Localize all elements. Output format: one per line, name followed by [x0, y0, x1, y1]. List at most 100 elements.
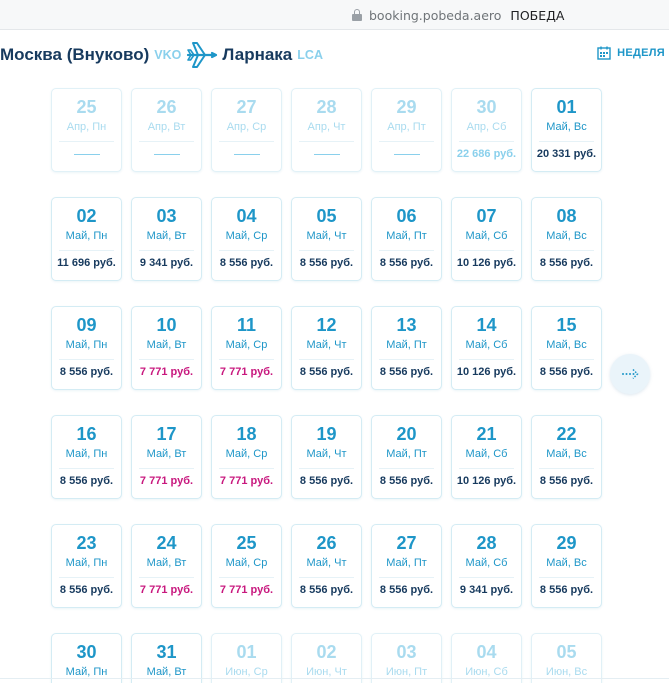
date-cell[interactable]: 05 Май, Чт 8 556 руб.	[291, 197, 362, 281]
date-cell[interactable]: 27 Май, Пт 8 556 руб.	[371, 524, 442, 608]
date-price: 8 556 руб.	[59, 366, 114, 378]
date-month-weekday: Июн, Чт	[306, 666, 347, 678]
date-month-weekday: Июн, Ср	[225, 666, 268, 678]
date-month-weekday: Май, Сб	[465, 557, 508, 569]
date-cell[interactable]: 11 Май, Ср 7 771 руб.	[211, 306, 282, 390]
date-cell[interactable]: 18 Май, Ср 7 771 руб.	[211, 415, 282, 499]
date-month-weekday: Июн, Вс	[545, 666, 588, 678]
cell-divider	[59, 359, 114, 360]
date-day-number: 04	[236, 206, 257, 226]
week-view-label: НЕДЕЛЯ	[617, 47, 665, 59]
cell-divider	[379, 468, 434, 469]
origin-city: Москва (Внуково)	[0, 45, 150, 64]
date-cell: 29 Апр, Пт	[371, 88, 442, 172]
date-cell[interactable]: 29 Май, Вс 8 556 руб.	[531, 524, 602, 608]
date-month-weekday: Апр, Ср	[226, 121, 267, 133]
url-area[interactable]: booking.pobeda.aero ПОБЕДА	[352, 6, 564, 24]
date-day-number: 07	[476, 206, 497, 226]
date-cell[interactable]: 26 Май, Чт 8 556 руб.	[291, 524, 362, 608]
lock-icon	[352, 9, 362, 21]
date-price: 7 771 руб.	[139, 366, 194, 378]
cell-divider	[539, 468, 594, 469]
date-day-number: 23	[76, 533, 97, 553]
date-cell[interactable]: 09 Май, Пн 8 556 руб.	[51, 306, 122, 390]
next-period-button[interactable]	[610, 354, 650, 394]
date-cell[interactable]: 31Май, Вт8 556 руб.	[131, 633, 202, 683]
date-cell[interactable]: 16 Май, Пн 8 556 руб.	[51, 415, 122, 499]
date-month-weekday: Май, Пт	[386, 557, 427, 569]
date-month-weekday: Май, Чт	[306, 339, 347, 351]
date-day-number: 08	[556, 206, 577, 226]
date-cell[interactable]: 23 Май, Пн 8 556 руб.	[51, 524, 122, 608]
date-cell[interactable]: 22 Май, Вс 8 556 руб.	[531, 415, 602, 499]
week-view-button[interactable]: НЕДЕЛЯ	[597, 46, 665, 60]
date-cell[interactable]: 24 Май, Вт 7 771 руб.	[131, 524, 202, 608]
date-cell[interactable]: 03 Май, Вт 9 341 руб.	[131, 197, 202, 281]
date-month-weekday: Апр, Вт	[147, 121, 186, 133]
date-month-weekday: Май, Пн	[65, 448, 108, 460]
date-price: 20 331 руб.	[536, 148, 597, 160]
arrow-right-icon	[622, 368, 639, 380]
date-month-weekday: Май, Ср	[225, 448, 268, 460]
date-price: 8 556 руб.	[299, 257, 354, 269]
date-cell[interactable]: 12 Май, Чт 8 556 руб.	[291, 306, 362, 390]
cell-divider	[139, 577, 194, 578]
date-cell[interactable]: 02 Май, Пн 11 696 руб.	[51, 197, 122, 281]
no-price-dash	[314, 154, 340, 155]
cell-divider	[139, 250, 194, 251]
date-day-number: 24	[156, 533, 177, 553]
date-cell[interactable]: 07 Май, Сб 10 126 руб.	[451, 197, 522, 281]
date-cell[interactable]: 30Май, Пн8 556 руб.	[51, 633, 122, 683]
cell-divider	[139, 468, 194, 469]
date-price: 8 556 руб.	[299, 584, 354, 596]
date-cell: 30 Апр, Сб 22 686 руб.	[451, 88, 522, 172]
date-day-number: 06	[396, 206, 417, 226]
date-cell: 03Июн, Пт8 556 руб.	[371, 633, 442, 683]
date-month-weekday: Май, Пт	[386, 230, 427, 242]
calendar-icon	[597, 46, 611, 60]
date-cell[interactable]: 28 Май, Сб 9 341 руб.	[451, 524, 522, 608]
date-day-number: 05	[316, 206, 337, 226]
date-day-number: 27	[396, 533, 417, 553]
cell-divider	[299, 359, 354, 360]
date-price: 7 771 руб.	[219, 584, 274, 596]
date-cell[interactable]: 19 Май, Чт 8 556 руб.	[291, 415, 362, 499]
date-cell[interactable]: 21 Май, Сб 10 126 руб.	[451, 415, 522, 499]
no-price-dash	[74, 154, 100, 155]
date-cell[interactable]: 04 Май, Ср 8 556 руб.	[211, 197, 282, 281]
date-cell[interactable]: 17 Май, Вт 7 771 руб.	[131, 415, 202, 499]
date-grid: 25 Апр, Пн 26 Апр, Вт 27 Апр, Ср 28 Апр, Чт 29 Ап…	[51, 88, 603, 683]
cell-divider	[139, 141, 194, 142]
date-day-number: 15	[556, 315, 577, 335]
date-cell[interactable]: 08 Май, Вс 8 556 руб.	[531, 197, 602, 281]
date-cell[interactable]: 14 Май, Сб 10 126 руб.	[451, 306, 522, 390]
date-month-weekday: Май, Вс	[546, 448, 587, 460]
date-cell[interactable]: 10 Май, Вт 7 771 руб.	[131, 306, 202, 390]
date-cell[interactable]: 15 Май, Вс 8 556 руб.	[531, 306, 602, 390]
date-price: 8 556 руб.	[59, 475, 114, 487]
date-cell[interactable]: 01 Май, Вс 20 331 руб.	[531, 88, 602, 172]
cell-divider	[59, 468, 114, 469]
date-month-weekday: Май, Пн	[65, 666, 108, 678]
cell-divider	[379, 359, 434, 360]
date-cell[interactable]: 20 Май, Пт 8 556 руб.	[371, 415, 442, 499]
date-cell[interactable]: 06 Май, Пт 8 556 руб.	[371, 197, 442, 281]
cell-divider	[219, 250, 274, 251]
date-month-weekday: Май, Вс	[546, 230, 587, 242]
cell-divider	[139, 359, 194, 360]
date-day-number: 31	[156, 642, 177, 662]
date-month-weekday: Май, Пт	[386, 448, 427, 460]
date-month-weekday: Май, Вс	[546, 121, 587, 133]
cell-divider	[539, 141, 594, 142]
date-day-number: 01	[556, 97, 577, 117]
date-cell[interactable]: 13 Май, Пт 8 556 руб.	[371, 306, 442, 390]
date-cell[interactable]: 25 Май, Ср 7 771 руб.	[211, 524, 282, 608]
cell-divider	[459, 468, 514, 469]
date-day-number: 28	[316, 97, 337, 117]
date-month-weekday: Апр, Чт	[307, 121, 346, 133]
date-cell: 26 Апр, Вт	[131, 88, 202, 172]
date-month-weekday: Май, Вт	[146, 448, 187, 460]
site-name: ПОБЕДА	[510, 7, 565, 23]
date-day-number: 13	[396, 315, 417, 335]
date-cell: 27 Апр, Ср	[211, 88, 282, 172]
